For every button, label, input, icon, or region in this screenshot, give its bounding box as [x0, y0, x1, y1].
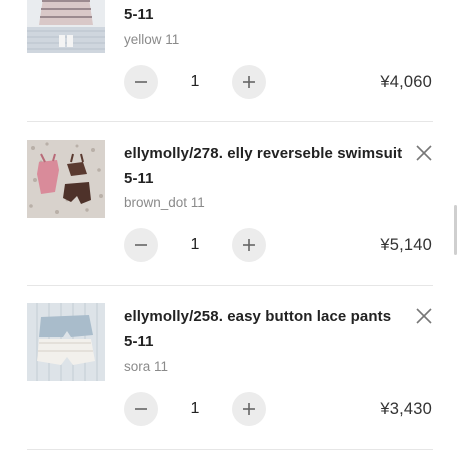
- product-variant: sora 11: [124, 359, 169, 374]
- item-price: ¥4,060: [380, 73, 432, 91]
- minus-icon: [135, 244, 147, 246]
- product-image[interactable]: [27, 0, 105, 53]
- scrollbar[interactable]: [454, 205, 457, 255]
- remove-item-button[interactable]: [414, 143, 434, 163]
- product-image[interactable]: [27, 303, 105, 381]
- quantity-value: 1: [190, 73, 200, 90]
- product-variant: yellow 11: [124, 32, 180, 47]
- product-title-line1: ellymolly/278. elly reverseble swimsuit: [124, 145, 403, 162]
- striped-dress-thumbnail: [27, 0, 105, 53]
- decrease-quantity-button[interactable]: [124, 65, 158, 99]
- swimsuit-thumbnail: [27, 140, 105, 218]
- decrease-quantity-button[interactable]: [124, 392, 158, 426]
- product-title[interactable]: ellymolly/258. easy button lace pants 5-…: [124, 304, 414, 354]
- product-title[interactable]: ellymolly/278. elly reverseble swimsuit …: [124, 141, 414, 191]
- item-price: ¥5,140: [380, 236, 432, 254]
- decrease-quantity-button[interactable]: [124, 228, 158, 262]
- close-icon: [416, 308, 432, 324]
- product-image[interactable]: [27, 140, 105, 218]
- product-variant: brown_dot 11: [124, 195, 205, 210]
- item-price: ¥3,430: [380, 400, 432, 418]
- divider: [27, 449, 433, 450]
- plus-icon: [243, 403, 255, 415]
- divider: [27, 285, 433, 286]
- increase-quantity-button[interactable]: [232, 228, 266, 262]
- plus-icon: [243, 239, 255, 251]
- product-title-line2: 5-11: [124, 333, 154, 350]
- lace-pants-thumbnail: [27, 303, 105, 381]
- product-title-line2: 5-11: [124, 170, 154, 187]
- close-icon: [416, 145, 432, 161]
- divider: [27, 121, 433, 122]
- plus-icon: [243, 76, 255, 88]
- increase-quantity-button[interactable]: [232, 65, 266, 99]
- minus-icon: [135, 81, 147, 83]
- increase-quantity-button[interactable]: [232, 392, 266, 426]
- quantity-value: 1: [190, 400, 200, 417]
- product-title-line1: ellymolly/258. easy button lace pants: [124, 308, 392, 325]
- product-title[interactable]: 5-11: [124, 2, 414, 27]
- remove-item-button[interactable]: [414, 306, 434, 326]
- minus-icon: [135, 408, 147, 410]
- product-title-line2: 5-11: [124, 6, 154, 23]
- quantity-value: 1: [190, 236, 200, 253]
